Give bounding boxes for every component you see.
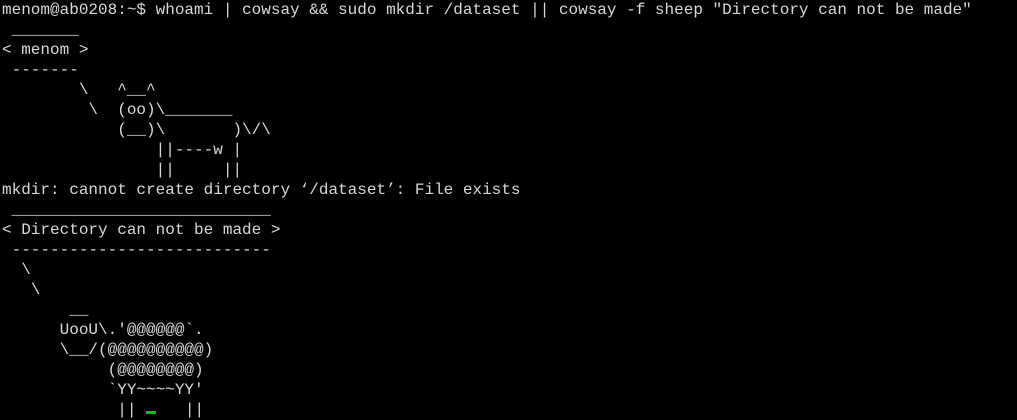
terminal-window[interactable]: menom@ab0208:~$ whoami | cowsay && sudo … (0, 0, 1017, 420)
sheep-legs-rest: || (156, 401, 205, 419)
sheep-legs-text: || (2, 401, 147, 419)
sheep-bubble-bottom: --------------------------- (2, 241, 271, 259)
cow-bubble-top: _______ (2, 21, 79, 39)
prompt-command-line: menom@ab0208:~$ whoami | cowsay && sudo … (2, 1, 972, 19)
cow-art-line: ||----w | (2, 141, 243, 159)
sheep-art-line: \__/(@@@@@@@@@@) (2, 341, 214, 359)
sheep-art-last-line: || || (2, 400, 1017, 420)
sheep-art-line: (@@@@@@@@) (2, 361, 204, 379)
cow-bubble-text: < menom > (2, 41, 89, 59)
cow-art-line: (__)\ )\/\ (2, 121, 271, 139)
terminal-output: menom@ab0208:~$ whoami | cowsay && sudo … (0, 0, 1017, 420)
sheep-art-line: UooU\.'@@@@@@`. (2, 321, 204, 339)
mkdir-error-line: mkdir: cannot create directory ‘/dataset… (2, 181, 521, 199)
sheep-bubble-top: ___________________________ (2, 201, 271, 219)
sheep-art-line: \ (2, 261, 31, 279)
sheep-art-line: __ (2, 301, 89, 319)
cow-art-line: \ (oo)\_______ (2, 101, 233, 119)
terminal-cursor (146, 411, 157, 414)
sheep-art-line: `YY~~~~YY' (2, 381, 204, 399)
sheep-bubble-text: < Directory can not be made > (2, 221, 281, 239)
cow-art-line: || || (2, 161, 243, 179)
cow-bubble-bottom: ------- (2, 61, 79, 79)
cow-art-line: \ ^__^ (2, 81, 156, 99)
sheep-art-line: \ (2, 281, 41, 299)
